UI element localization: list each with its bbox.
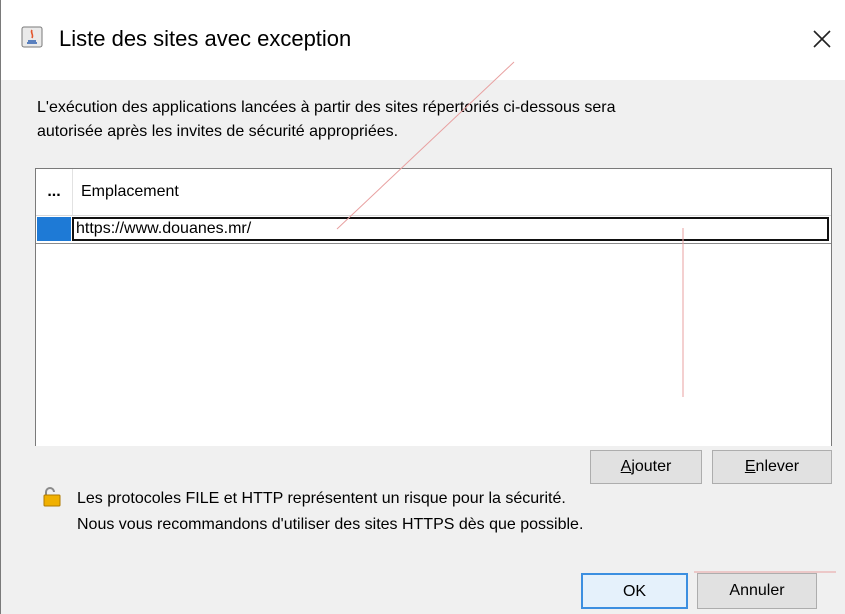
- add-button-label: jouter: [631, 458, 672, 475]
- table-row[interactable]: https://www.douanes.mr/: [36, 215, 831, 243]
- remove-button-label: nlever: [755, 458, 800, 475]
- close-icon[interactable]: [807, 24, 837, 54]
- column-header-more[interactable]: ...: [36, 169, 73, 215]
- security-warning: Les protocoles FILE et HTTP représentent…: [77, 486, 583, 538]
- dialog-window: Liste des sites avec exception L'exécuti…: [0, 0, 845, 614]
- warning-line-1: Les protocoles FILE et HTTP représentent…: [77, 490, 566, 507]
- add-button-mnemonic: A: [620, 458, 632, 475]
- location-cell-editor[interactable]: https://www.douanes.mr/: [72, 217, 829, 241]
- row-selection-indicator[interactable]: [37, 217, 71, 241]
- ok-button[interactable]: OK: [581, 573, 688, 609]
- description-line-1: L'exécution des applications lancées à p…: [37, 99, 616, 116]
- title-bar: Liste des sites avec exception: [1, 0, 845, 80]
- description-line-2: autorisée après les invites de sécurité …: [37, 123, 399, 140]
- exception-site-table[interactable]: ... Emplacement https://www.douanes.mr/: [35, 168, 832, 446]
- dialog-title: Liste des sites avec exception: [59, 26, 352, 51]
- table-empty-area[interactable]: [36, 243, 831, 446]
- warning-line-2: Nous vous recommandons d'utiliser des si…: [77, 516, 584, 533]
- add-button[interactable]: Ajouter: [590, 450, 702, 484]
- description-text: L'exécution des applications lancées à p…: [37, 96, 827, 144]
- remove-button[interactable]: Enlever: [712, 450, 832, 484]
- table-header: ... Emplacement: [36, 169, 831, 216]
- lock-icon: [43, 487, 61, 507]
- remove-button-mnemonic: E: [744, 458, 756, 475]
- column-header-location[interactable]: Emplacement: [81, 169, 179, 215]
- cancel-button[interactable]: Annuler: [697, 573, 817, 609]
- java-icon: [21, 26, 43, 48]
